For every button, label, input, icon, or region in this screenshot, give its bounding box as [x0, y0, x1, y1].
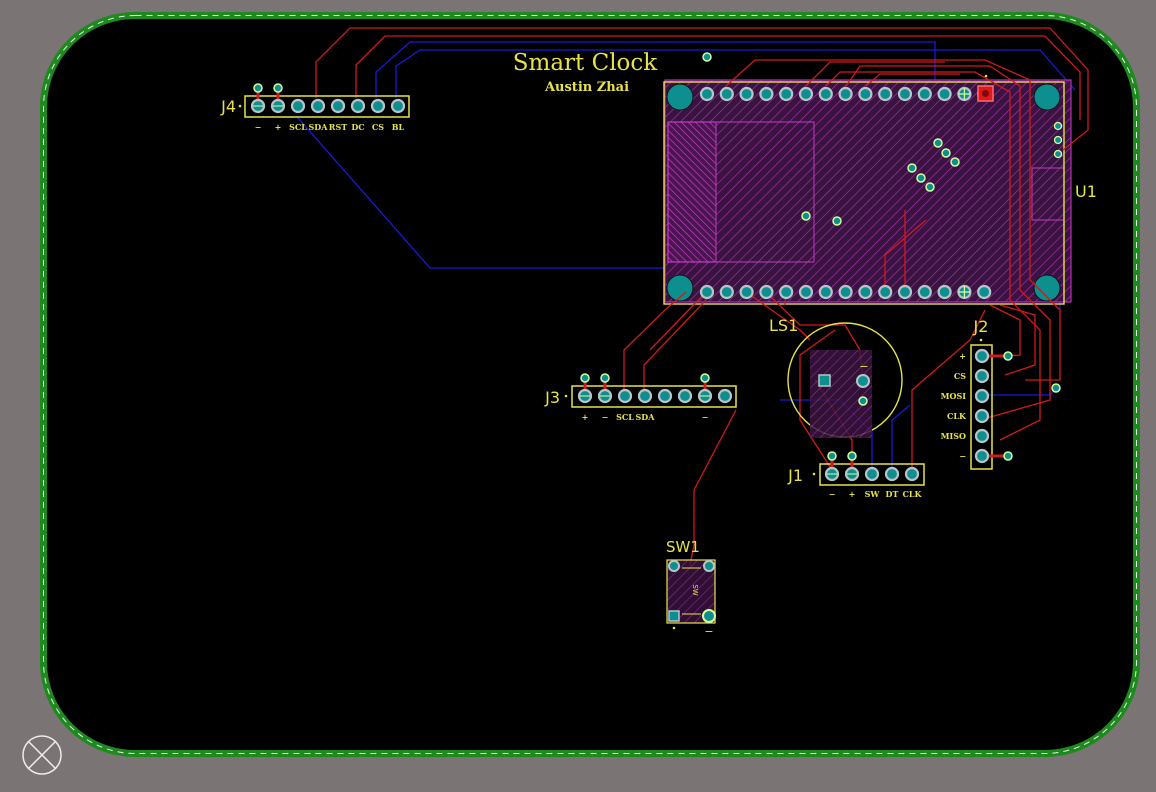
j1-pin-4[interactable]: [884, 466, 900, 482]
sw1-designator: SW1: [666, 538, 700, 556]
j4-pin-label-2: +: [275, 122, 282, 132]
j4-designator: J4: [220, 97, 236, 116]
sw1-body-text: SW: [691, 584, 699, 595]
u1-pin-22[interactable]: [818, 284, 833, 300]
j2-pin-label-1: +: [959, 351, 966, 361]
j3-pin-label-3: SCL: [616, 412, 634, 422]
pcb-board-view[interactable]: Smart Clock Austin Zhai J4 − + SCL SDA RST DC…: [0, 0, 1156, 788]
u1-pin-18[interactable]: [739, 284, 754, 300]
j3-pin-5[interactable]: [657, 388, 673, 404]
u1-pin-21[interactable]: [798, 284, 814, 300]
j1-pin-2-via: [847, 451, 857, 461]
origin-crosshair-icon: [22, 735, 62, 775]
u1-pin-23[interactable]: [838, 284, 853, 300]
u1-pin-13[interactable]: [937, 86, 952, 102]
j1-pin-label-2: +: [849, 489, 856, 499]
j4-pin-label-7: CS: [372, 122, 384, 132]
j3-pin-label-1: +: [582, 412, 589, 422]
j4-pin-label-3: SCL: [289, 122, 307, 132]
u1-pin-7[interactable]: [818, 86, 833, 102]
j4-pin-2-via: [273, 83, 283, 93]
j4-pin-label-5: RST: [329, 122, 347, 132]
j1-pin-label-3: SW: [865, 489, 881, 499]
u1-pin-26[interactable]: [897, 284, 913, 300]
j2-pin-3[interactable]: [974, 388, 990, 404]
u1-pin-9[interactable]: [858, 86, 873, 102]
j2-pin-4[interactable]: [974, 408, 990, 424]
u1-pin-12[interactable]: [917, 86, 932, 102]
u1-pin-6[interactable]: [798, 86, 814, 102]
sw1-minus-label: −: [704, 625, 713, 638]
u1-pin-17[interactable]: [719, 284, 734, 300]
j4-pin-6[interactable]: [350, 98, 366, 114]
j4-pin-1-via: [253, 83, 263, 93]
u1-pin-19[interactable]: [759, 284, 774, 300]
j2-pin-2[interactable]: [974, 368, 990, 384]
u1-pin-20[interactable]: [779, 284, 794, 300]
u1-pin-square-hole: [982, 90, 989, 97]
j4-pin-3[interactable]: [290, 98, 306, 114]
j2-pin-5[interactable]: [974, 428, 990, 444]
pcb-layout-canvas[interactable]: Smart Clock Austin Zhai J4 − + SCL SDA RST DC…: [0, 0, 1156, 788]
j1-pin-label-1: −: [829, 489, 836, 499]
u1-pin-8[interactable]: [838, 86, 853, 102]
j1-pin-1-via: [827, 451, 837, 461]
j3-pin-6[interactable]: [677, 388, 693, 404]
u1-pin-30[interactable]: [977, 284, 992, 300]
j2-pin-6-via: [1003, 451, 1013, 461]
j4-pin-label-1: −: [255, 122, 262, 132]
j4-pin-5[interactable]: [330, 98, 346, 114]
j4-pin-label-6: DC: [351, 122, 364, 132]
u1-pin-4[interactable]: [759, 86, 774, 102]
j2-pin-label-4: CLK: [947, 411, 967, 421]
u1-pin-25[interactable]: [878, 284, 893, 300]
j2-pin-label-3: MOSI: [941, 391, 967, 401]
j3-pin-7-via: [700, 373, 710, 383]
j1-pin-label-5: CLK: [903, 489, 923, 499]
u1-pin-24[interactable]: [858, 284, 873, 300]
board-author: Austin Zhai: [544, 80, 629, 95]
u1-pin-16[interactable]: [699, 284, 715, 300]
j3-pin-3[interactable]: [617, 388, 633, 404]
j3-pin-label-4: SDA: [636, 412, 656, 422]
u1-pin-27[interactable]: [917, 284, 932, 300]
u1-pin-28[interactable]: [937, 284, 952, 300]
board-title: Smart Clock: [513, 50, 659, 76]
j3-pin-label-7: −: [702, 412, 709, 422]
j3-pin-8[interactable]: [717, 388, 733, 404]
j1-designator: J1: [787, 466, 803, 485]
j3-pin-2-via: [600, 373, 610, 383]
u1-designator: U1: [1075, 182, 1097, 201]
j2-pin-label-5: MISO: [941, 431, 966, 441]
j1-pin-5[interactable]: [904, 466, 920, 482]
j4-pin-8[interactable]: [390, 98, 406, 114]
j2-pin-1-via: [1003, 351, 1013, 361]
ls1-minus-label: −: [859, 360, 868, 373]
j4-pin-label-4: SDA: [309, 122, 329, 132]
j2-pin-1[interactable]: [974, 348, 990, 364]
j1-pin-label-4: DT: [886, 489, 899, 499]
u1-pin-3[interactable]: [739, 86, 754, 102]
j1-pin-3[interactable]: [864, 466, 880, 482]
j2-pin-label-2: CS: [954, 371, 966, 381]
u1-pin-11[interactable]: [897, 86, 913, 102]
ls1-designator: LS1: [769, 316, 798, 335]
j2-designator: J2: [973, 317, 989, 336]
j2-pin-6[interactable]: [974, 448, 990, 464]
j3-designator: J3: [544, 388, 560, 407]
j4-pin-label-8: BL: [392, 122, 405, 132]
j2-pin-label-6: −: [959, 451, 966, 461]
j4-pin-4[interactable]: [310, 98, 326, 114]
j3-pin-1-via: [580, 373, 590, 383]
j3-pin-4[interactable]: [637, 388, 653, 404]
u1-pin-5[interactable]: [779, 86, 794, 102]
j4-pin-7[interactable]: [370, 98, 386, 114]
j3-pin-label-2: −: [602, 412, 609, 422]
u1-pin-2[interactable]: [719, 86, 734, 102]
u1-pin-10[interactable]: [878, 86, 893, 102]
u1-pin-1[interactable]: [699, 86, 715, 102]
